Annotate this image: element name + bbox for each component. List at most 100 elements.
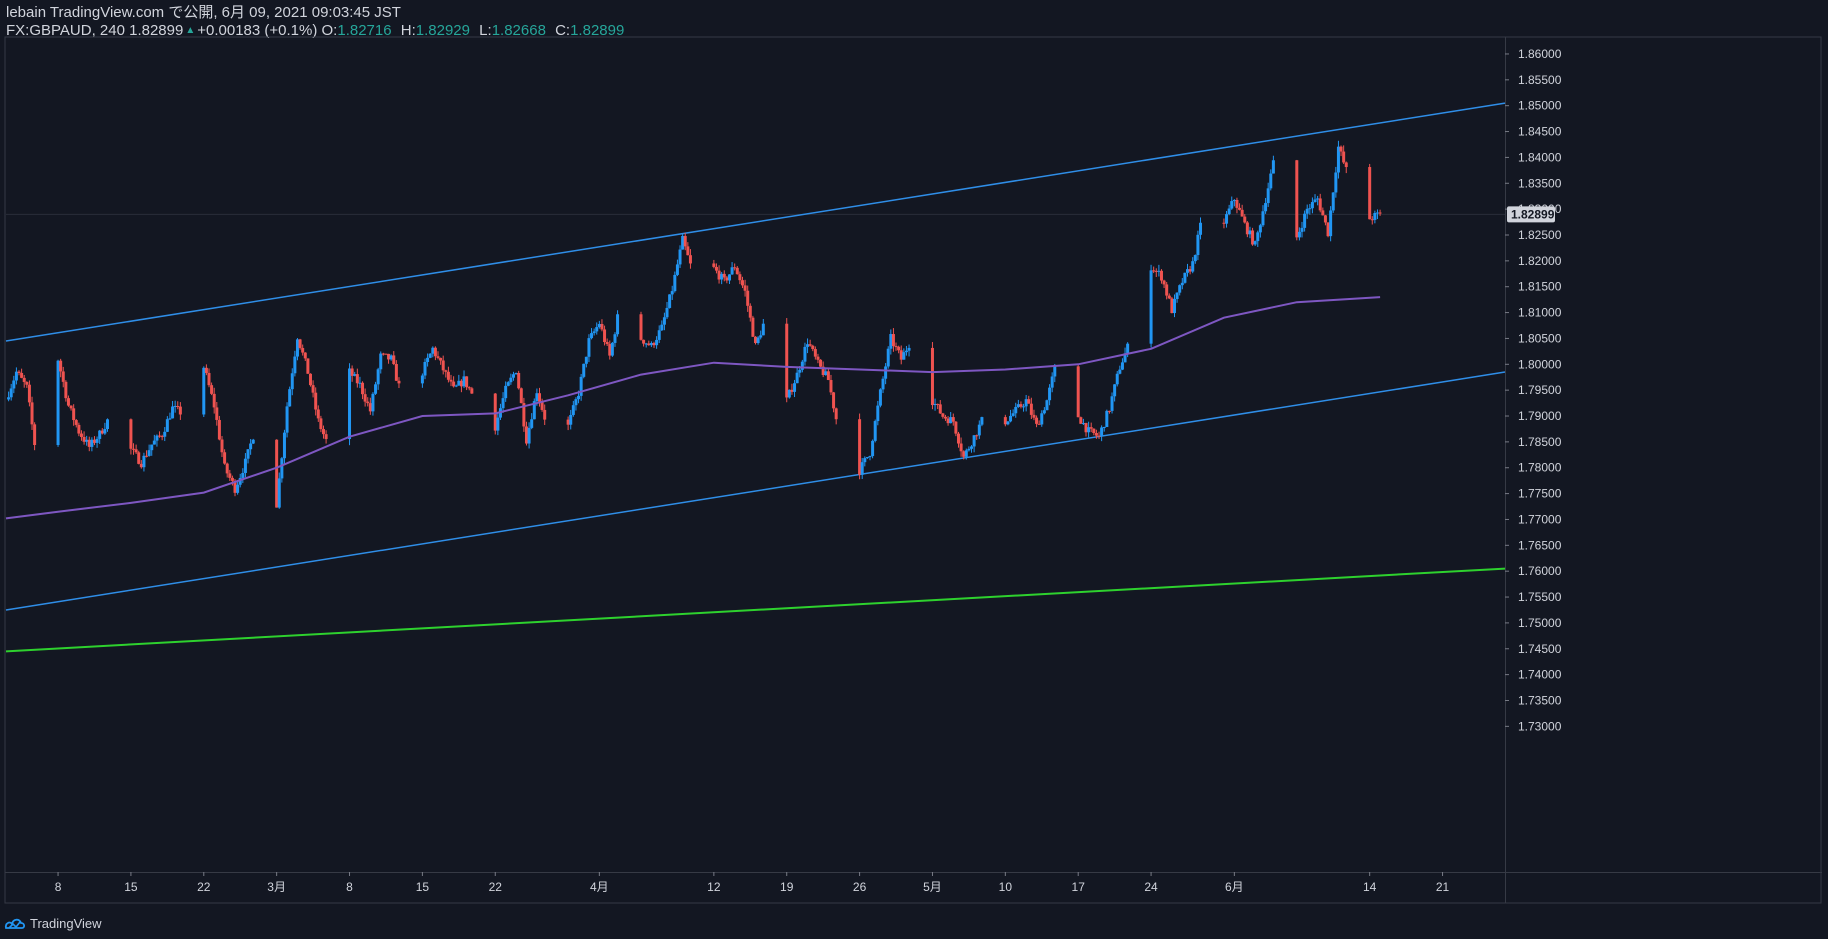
current-price-label: 1.82899 [1511, 207, 1555, 221]
channel-lower-line [5, 371, 1506, 611]
candle-up [577, 395, 581, 400]
candle-up [1193, 255, 1197, 262]
candle-up [1258, 225, 1262, 233]
candle-up [376, 369, 380, 385]
candle-up [873, 421, 877, 441]
candle-down [223, 452, 227, 464]
y-tick-label: 1.77000 [1518, 512, 1562, 526]
candle-up [1087, 427, 1091, 433]
candle-down [754, 336, 757, 344]
candle-up [964, 450, 968, 457]
candle-up [1227, 208, 1231, 215]
y-tick-label: 1.85000 [1518, 99, 1562, 113]
x-tick-label: 14 [1363, 880, 1377, 894]
candle-down [69, 405, 73, 409]
price-chart[interactable]: 1.73000 1.73500 1.74000 1.74500 1.75000 1.755… [0, 0, 1828, 939]
candle-down [207, 372, 211, 386]
candle-up [571, 405, 575, 415]
candle-up [1334, 172, 1338, 193]
candle-up [1261, 211, 1265, 226]
candle-up [1011, 413, 1015, 416]
candle-up [1375, 212, 1379, 214]
candle-up [730, 267, 734, 275]
candle-down [228, 473, 232, 478]
candle-up [1014, 406, 1018, 414]
candle-down [22, 377, 26, 382]
candle-down [647, 343, 651, 346]
candle-up [202, 367, 206, 415]
brand[interactable]: TradingView [4, 916, 102, 931]
candle-down [1170, 298, 1174, 314]
candle-up [1186, 269, 1190, 273]
candle-up [454, 385, 458, 387]
candle-up [980, 417, 984, 425]
candle-up [720, 273, 724, 280]
candle-down [524, 426, 528, 444]
candle-down [1076, 366, 1080, 418]
candle-down [446, 371, 450, 380]
candle-down [82, 436, 86, 442]
candle-up [1191, 261, 1195, 272]
candle-down [1019, 404, 1023, 407]
candle-down [444, 370, 448, 372]
candle-up [907, 347, 911, 351]
candle-up [1120, 362, 1124, 370]
candle-down [137, 452, 141, 464]
candle-down [956, 433, 960, 444]
candle-down [714, 266, 718, 271]
candle-up [535, 393, 539, 402]
candle-up [1196, 234, 1200, 256]
candle-down [316, 409, 320, 419]
candle-up [1329, 210, 1333, 237]
candle-up [597, 323, 601, 328]
candle-down [217, 419, 221, 440]
candle-down [459, 380, 463, 387]
y-tick-label: 1.76500 [1518, 538, 1562, 552]
candle-down [308, 373, 312, 386]
candle-up [574, 399, 578, 406]
candle-up [1024, 399, 1028, 407]
candle-down [1323, 215, 1327, 223]
candle-up [1248, 230, 1252, 235]
candle-down [301, 347, 305, 353]
candle-down [368, 403, 372, 412]
y-tick-label: 1.73000 [1518, 719, 1562, 733]
candle-up [1331, 192, 1335, 211]
candle-down [712, 263, 716, 267]
candle-down [1165, 284, 1169, 296]
candle-up [420, 375, 424, 384]
candle-down [321, 429, 325, 435]
candle-up [527, 427, 531, 444]
candle-down [319, 418, 323, 430]
candle-up [878, 389, 882, 406]
candle-up [1308, 208, 1312, 210]
candle-down [452, 381, 456, 387]
candle-down [1032, 414, 1036, 418]
candle-up [759, 335, 763, 338]
y-tick-label: 1.78500 [1518, 435, 1562, 449]
candle-down [381, 353, 385, 355]
support-line [5, 567, 1506, 653]
candle-up [787, 389, 791, 398]
candle-up [1053, 366, 1057, 377]
candle-up [665, 307, 669, 318]
candle-up [1100, 427, 1104, 436]
candle-down [746, 290, 750, 306]
candle-up [1264, 203, 1268, 212]
candle-down [566, 419, 570, 425]
candle-up [379, 353, 383, 370]
x-tick-label: 22 [197, 880, 211, 894]
candle-down [537, 393, 541, 402]
y-tick-label: 1.81500 [1518, 280, 1562, 294]
candle-down [361, 382, 365, 395]
candle-up [1102, 427, 1106, 429]
candles-group [7, 140, 1382, 509]
candle-up [56, 360, 60, 446]
candle-down [1238, 207, 1242, 210]
candle-up [616, 314, 620, 335]
candle-down [493, 393, 497, 431]
candle-down [87, 439, 91, 447]
y-tick-label: 1.79000 [1518, 409, 1562, 423]
candle-up [236, 484, 240, 493]
candle-down [204, 367, 208, 373]
